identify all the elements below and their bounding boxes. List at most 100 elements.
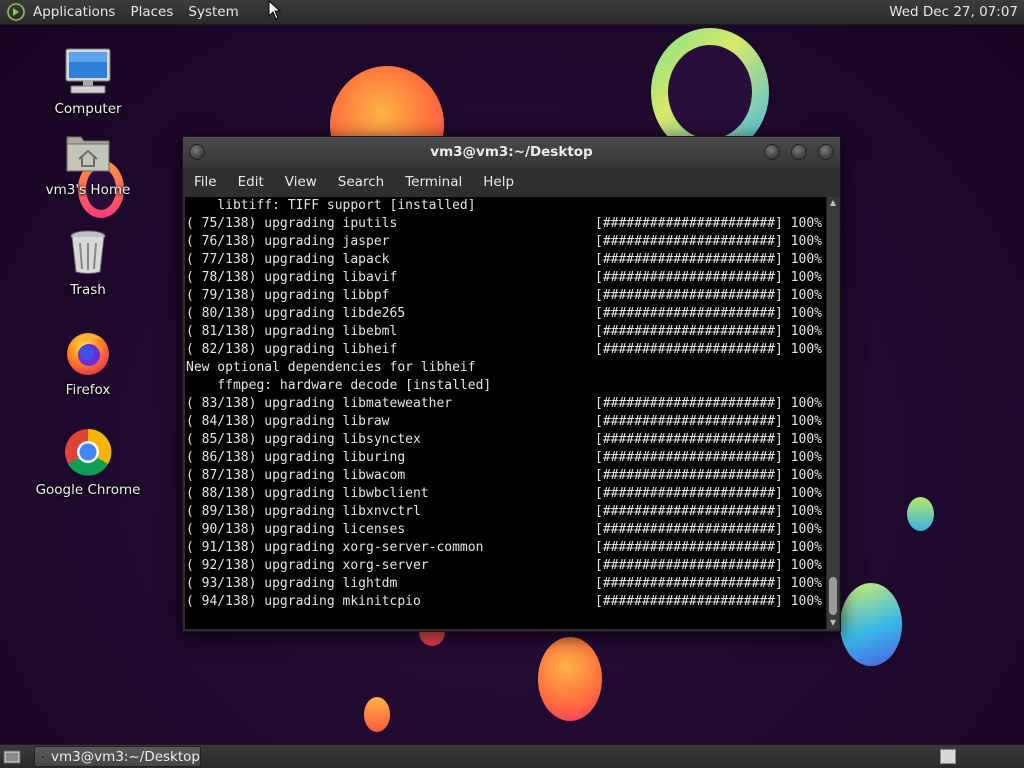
progress-bar-text: [######################] 100%: [595, 450, 822, 465]
desktop-icon-label: Google Chrome: [35, 482, 141, 498]
wallpaper-blue-blob: [840, 583, 902, 666]
show-desktop-icon[interactable]: [3, 749, 21, 764]
terminal-line: ffmpeg: hardware decode [installed]: [186, 377, 826, 395]
scrollbar-thumb[interactable]: [829, 577, 837, 615]
terminal-line-text: ffmpeg: hardware decode [installed]: [186, 378, 492, 393]
trash-icon: [70, 230, 106, 274]
minimize-button[interactable]: [764, 144, 780, 160]
home-folder-icon: [66, 136, 110, 172]
mouse-pointer-icon: [268, 0, 282, 20]
menu-search[interactable]: Search: [338, 174, 384, 190]
distro-logo-icon[interactable]: [7, 3, 25, 21]
terminal-line: ( 76/138) upgrading jasper [#############…: [186, 233, 826, 251]
progress-bar-text: [######################] 100%: [595, 432, 822, 447]
progress-bar-text: [######################] 100%: [595, 396, 822, 411]
terminal-line-text: ( 83/138) upgrading libmateweather: [186, 396, 453, 411]
terminal-scrollbar[interactable]: ▲ ▼: [826, 197, 839, 629]
computer-icon: [65, 48, 111, 94]
desktop-icon-computer[interactable]: Computer: [28, 45, 148, 117]
progress-bar-text: [######################] 100%: [595, 540, 822, 555]
wallpaper-small-blob: [907, 497, 934, 531]
menu-edit[interactable]: Edit: [238, 174, 264, 190]
terminal-line: ( 90/138) upgrading licenses [###########…: [186, 521, 826, 539]
terminal-line-text: ( 90/138) upgrading licenses: [186, 522, 406, 537]
terminal-line: ( 81/138) upgrading libebml [############…: [186, 323, 826, 341]
progress-bar-text: [######################] 100%: [595, 234, 822, 249]
terminal-line: New optional dependencies for libheif: [186, 359, 826, 377]
desktop-icon-label: vm3's Home: [45, 182, 131, 198]
desktop-icon-home[interactable]: vm3's Home: [28, 126, 148, 198]
desktop-icon-firefox[interactable]: Firefox: [28, 326, 148, 398]
terminal-line: ( 85/138) upgrading libsynctex [#########…: [186, 431, 826, 449]
terminal-line-text: ( 88/138) upgrading libwbclient: [186, 486, 429, 501]
terminal-line: ( 75/138) upgrading iputils [############…: [186, 215, 826, 233]
terminal-window[interactable]: vm3@vm3:~/Desktop File Edit View Search …: [182, 136, 841, 632]
desktop-icon-label: Computer: [54, 101, 122, 117]
terminal-line-text: ( 92/138) upgrading xorg-server: [186, 558, 429, 573]
progress-bar-text: [######################] 100%: [595, 216, 822, 231]
terminal-line-text: ( 79/138) upgrading libbpf: [186, 288, 390, 303]
terminal-line-text: ( 75/138) upgrading iputils: [186, 216, 398, 231]
terminal-menubar: File Edit View Search Terminal Help: [183, 168, 840, 196]
wallpaper-coral-blob: [538, 637, 602, 721]
menu-file[interactable]: File: [194, 174, 217, 190]
progress-bar-text: [######################] 100%: [595, 594, 822, 609]
terminal-output[interactable]: libtiff: TIFF support [installed] ( 75/13…: [185, 197, 826, 629]
desktop-icon-label: Trash: [70, 282, 106, 298]
terminal-line-text: libtiff: TIFF support [installed]: [186, 198, 476, 213]
bottom-panel: vm3@vm3:~/Desktop: [0, 744, 1024, 768]
terminal-line: ( 87/138) upgrading libwacom [###########…: [186, 467, 826, 485]
terminal-icon: [41, 755, 44, 758]
desktop-icon-chrome[interactable]: Google Chrome: [28, 426, 148, 498]
terminal-line: ( 89/138) upgrading libxnvctrl [#########…: [186, 503, 826, 521]
terminal-line-text: New optional dependencies for libheif: [186, 360, 476, 375]
workspace-switcher[interactable]: [940, 749, 956, 764]
scroll-up-arrow-icon[interactable]: ▲: [827, 197, 839, 209]
progress-bar-text: [######################] 100%: [595, 576, 822, 591]
close-button[interactable]: [818, 144, 834, 160]
desktop-icon-trash[interactable]: Trash: [28, 226, 148, 298]
terminal-line: ( 94/138) upgrading mkinitcpio [#########…: [186, 593, 826, 611]
top-panel: Applications Places System Wed Dec 27, 0…: [0, 0, 1024, 25]
maximize-button[interactable]: [791, 144, 807, 160]
terminal-line-text: ( 91/138) upgrading xorg-server-common: [186, 540, 484, 555]
scroll-down-arrow-icon[interactable]: ▼: [827, 617, 839, 629]
terminal-line-text: ( 81/138) upgrading libebml: [186, 324, 398, 339]
progress-bar-text: [######################] 100%: [595, 504, 822, 519]
terminal-line: ( 79/138) upgrading libbpf [#############…: [186, 287, 826, 305]
desktop-icon-label: Firefox: [65, 382, 111, 398]
window-titlebar[interactable]: vm3@vm3:~/Desktop: [183, 137, 840, 168]
progress-bar-text: [######################] 100%: [595, 558, 822, 573]
menu-view[interactable]: View: [285, 174, 317, 190]
terminal-line: ( 84/138) upgrading libraw [#############…: [186, 413, 826, 431]
progress-bar-text: [######################] 100%: [595, 468, 822, 483]
terminal-line: ( 77/138) upgrading lapack [#############…: [186, 251, 826, 269]
terminal-line: ( 83/138) upgrading libmateweather [#####…: [186, 395, 826, 413]
progress-bar-text: [######################] 100%: [595, 324, 822, 339]
terminal-line-text: ( 89/138) upgrading libxnvctrl: [186, 504, 421, 519]
window-menu-button[interactable]: [189, 144, 205, 160]
terminal-line-text: ( 80/138) upgrading libde265: [186, 306, 406, 321]
terminal-line-text: ( 93/138) upgrading lightdm: [186, 576, 398, 591]
terminal-line-text: ( 86/138) upgrading liburing: [186, 450, 406, 465]
terminal-line-text: ( 78/138) upgrading libavif: [186, 270, 398, 285]
window-title: vm3@vm3:~/Desktop: [430, 144, 593, 160]
taskbar-button-label: vm3@vm3:~/Desktop: [50, 748, 200, 765]
terminal-line-text: ( 87/138) upgrading libwacom: [186, 468, 406, 483]
progress-bar-text: [######################] 100%: [595, 486, 822, 501]
progress-bar-text: [######################] 100%: [595, 252, 822, 267]
menu-terminal[interactable]: Terminal: [405, 174, 462, 190]
terminal-line-text: ( 94/138) upgrading mkinitcpio: [186, 594, 421, 609]
clock[interactable]: Wed Dec 27, 07:07: [889, 4, 1018, 20]
terminal-line: ( 86/138) upgrading liburing [###########…: [186, 449, 826, 467]
progress-bar-text: [######################] 100%: [595, 306, 822, 321]
taskbar-terminal-button[interactable]: vm3@vm3:~/Desktop: [34, 746, 201, 767]
applications-menu[interactable]: Applications: [33, 4, 115, 20]
system-menu[interactable]: System: [188, 4, 238, 20]
terminal-line-text: ( 85/138) upgrading libsynctex: [186, 432, 421, 447]
terminal-line-text: ( 84/138) upgrading libraw: [186, 414, 390, 429]
terminal-line-text: ( 76/138) upgrading jasper: [186, 234, 390, 249]
menu-help[interactable]: Help: [483, 174, 514, 190]
progress-bar-text: [######################] 100%: [595, 288, 822, 303]
places-menu[interactable]: Places: [130, 4, 173, 20]
